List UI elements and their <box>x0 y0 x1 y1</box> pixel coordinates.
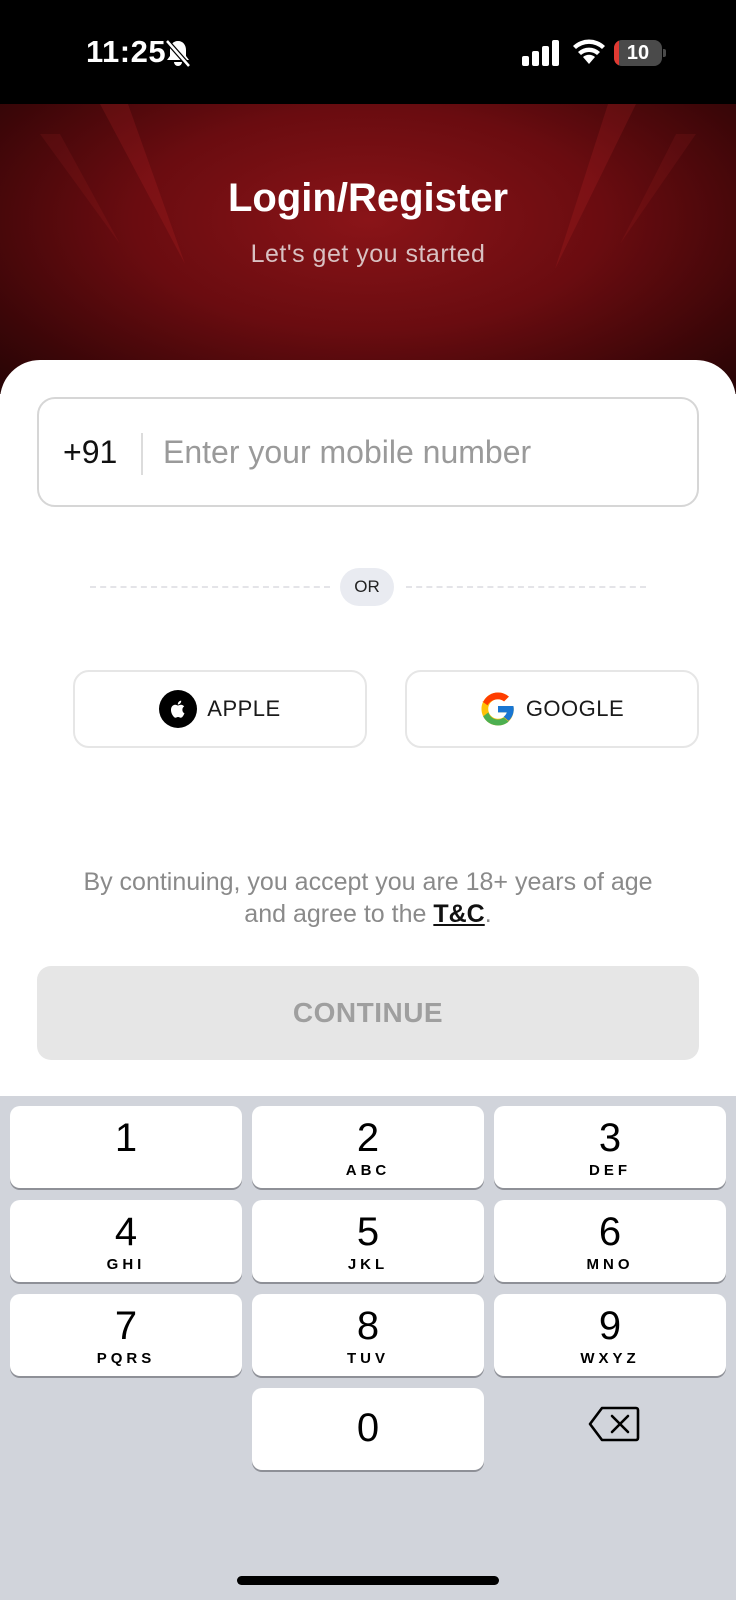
apple-login-button[interactable]: APPLE <box>73 670 367 748</box>
terms-text: By continuing, you accept you are 18+ ye… <box>80 866 656 930</box>
key-digit: 4 <box>114 1210 138 1254</box>
key-letters: DEF <box>589 1162 631 1179</box>
key-letters: PQRS <box>96 1350 156 1367</box>
signal-icon <box>522 40 559 66</box>
key-letters: ABC <box>345 1162 391 1179</box>
key-digit: 2 <box>356 1116 380 1160</box>
terms-text-before: By continuing, you accept you are 18+ ye… <box>83 868 653 928</box>
country-code[interactable]: +91 <box>63 399 117 505</box>
phone-field[interactable]: +91 <box>37 397 699 507</box>
login-sheet: +91 OR APPLE GOOGLE By continuing, you a… <box>0 360 736 1096</box>
key-5[interactable]: 5 JKL <box>252 1200 484 1282</box>
header-banner: Login/Register Let's get you started <box>0 104 736 394</box>
key-2[interactable]: 2 ABC <box>252 1106 484 1188</box>
bell-off-icon <box>165 39 191 68</box>
google-login-button[interactable]: GOOGLE <box>405 670 699 748</box>
key-7[interactable]: 7 PQRS <box>10 1294 242 1376</box>
key-digit: 6 <box>598 1210 622 1254</box>
key-0[interactable]: 0 <box>252 1388 484 1470</box>
key-digit: 3 <box>598 1116 622 1160</box>
key-letters: MNO <box>586 1256 634 1273</box>
key-digit: 1 <box>114 1116 138 1160</box>
key-letters: GHI <box>106 1256 146 1273</box>
key-6[interactable]: 6 MNO <box>494 1200 726 1282</box>
key-letters: WXYZ <box>580 1350 640 1367</box>
battery-indicator: 10 <box>614 40 666 66</box>
key-digit: 0 <box>356 1406 380 1450</box>
divider-line <box>406 586 646 588</box>
numeric-keypad: 1 2 ABC 3 DEF 4 GHI 5 JKL 6 MNO 7 PQRS 8… <box>0 1096 736 1600</box>
key-digit: 9 <box>598 1304 622 1348</box>
key-8[interactable]: 8 TUV <box>252 1294 484 1376</box>
key-letters: JKL <box>347 1256 389 1273</box>
google-button-label: GOOGLE <box>525 696 625 721</box>
apple-button-label: APPLE <box>207 696 281 721</box>
wifi-icon <box>573 39 605 64</box>
key-4[interactable]: 4 GHI <box>10 1200 242 1282</box>
or-label: OR <box>340 568 394 606</box>
key-3[interactable]: 3 DEF <box>494 1106 726 1188</box>
mobile-number-input[interactable] <box>163 399 683 505</box>
field-divider <box>141 433 143 475</box>
page-subtitle: Let's get you started <box>250 240 486 268</box>
home-indicator <box>237 1576 499 1585</box>
divider-line <box>90 586 330 588</box>
terms-link[interactable]: T&C <box>433 900 484 928</box>
or-divider: OR <box>90 568 646 606</box>
status-time: 11:25 <box>86 34 167 69</box>
continue-button[interactable]: CONTINUE <box>37 966 699 1060</box>
google-icon <box>481 692 514 726</box>
apple-icon <box>159 690 198 728</box>
key-9[interactable]: 9 WXYZ <box>494 1294 726 1376</box>
backspace-icon[interactable] <box>588 1406 640 1442</box>
key-digit: 5 <box>356 1210 380 1254</box>
status-bar: 11:25 10 <box>0 0 736 104</box>
terms-text-after: . <box>484 900 492 928</box>
page-title: Login/Register <box>227 176 509 220</box>
key-1[interactable]: 1 <box>10 1106 242 1188</box>
key-letters: TUV <box>347 1350 389 1367</box>
key-digit: 8 <box>356 1304 380 1348</box>
key-digit: 7 <box>114 1304 138 1348</box>
battery-level: 10 <box>626 42 650 64</box>
